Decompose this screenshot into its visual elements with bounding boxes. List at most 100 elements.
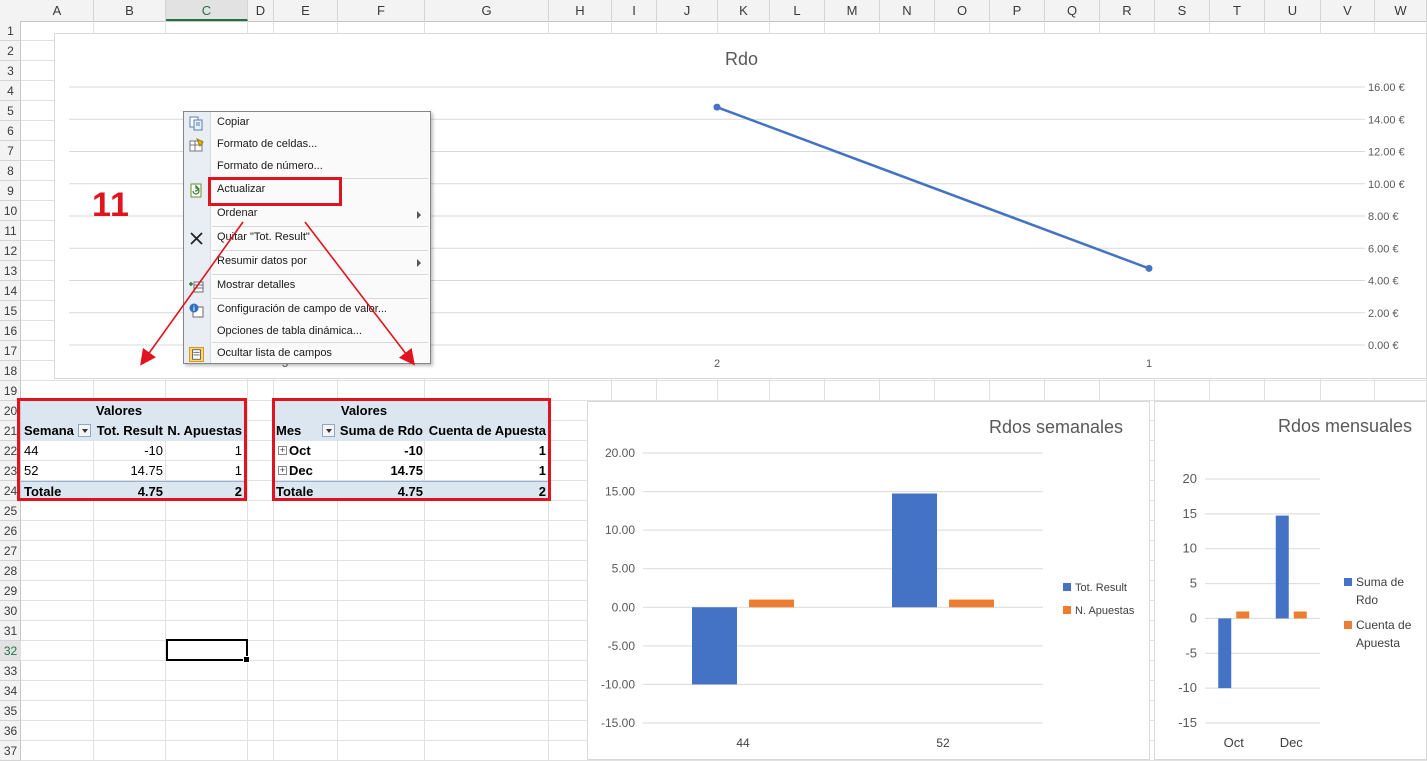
y-tick-label: 10.00 xyxy=(605,523,635,537)
field-list-icon xyxy=(189,347,204,362)
menu-item-formato-celdas[interactable]: Formato de celdas... xyxy=(184,135,430,156)
menu-label: Formato de celdas... xyxy=(217,138,318,150)
row-header[interactable]: 30 xyxy=(0,601,21,621)
row-header[interactable]: 4 xyxy=(0,81,21,101)
row-header[interactable]: 11 xyxy=(0,221,21,241)
column-header[interactable]: L xyxy=(770,0,825,21)
column-header[interactable]: G xyxy=(425,0,549,21)
row-header[interactable]: 29 xyxy=(0,581,21,601)
menu-item-mostrar-detalles[interactable]: Mostrar detalles xyxy=(184,276,430,297)
row-header[interactable]: 7 xyxy=(0,141,21,161)
menu-item-ordenar[interactable]: Ordenar xyxy=(184,204,430,225)
column-header[interactable]: M xyxy=(825,0,880,21)
column-header[interactable]: W xyxy=(1375,0,1427,21)
y-tick-label: 15 xyxy=(1183,506,1197,521)
row-header[interactable]: 3 xyxy=(0,61,21,81)
row-header[interactable]: 31 xyxy=(0,621,21,641)
menu-label: Formato de número... xyxy=(217,160,323,172)
column-header[interactable]: C xyxy=(166,0,248,21)
column-header[interactable]: I xyxy=(612,0,657,21)
row-header[interactable]: 36 xyxy=(0,721,21,741)
row-header[interactable]: 28 xyxy=(0,561,21,581)
legend-label-line: Suma de xyxy=(1356,575,1404,589)
menu-label: Copiar xyxy=(217,116,250,128)
row-header[interactable]: 9 xyxy=(0,181,21,201)
column-header[interactable]: T xyxy=(1210,0,1265,21)
row-header[interactable]: 5 xyxy=(0,101,21,121)
column-header[interactable]: J xyxy=(657,0,718,21)
row-header[interactable]: 25 xyxy=(0,501,21,521)
data-point xyxy=(713,103,721,111)
bar xyxy=(692,607,737,685)
row-header[interactable]: 27 xyxy=(0,541,21,561)
legend-label-line: Apuesta xyxy=(1356,636,1400,650)
row-header[interactable]: 13 xyxy=(0,261,21,281)
y-tick-label: 5 xyxy=(1190,576,1197,591)
menu-item-resumir[interactable]: Resumir datos por xyxy=(184,252,430,273)
show-details-icon xyxy=(189,281,204,293)
column-header[interactable]: B xyxy=(94,0,166,21)
row-header[interactable]: 12 xyxy=(0,241,21,261)
menu-item-configuracion-campo[interactable]: i Configuración de campo de valor... xyxy=(184,300,430,321)
submenu-arrow-icon xyxy=(417,211,421,219)
row-header[interactable]: 6 xyxy=(0,121,21,141)
menu-item-copiar[interactable]: Copiar xyxy=(184,113,430,134)
y-tick-label: 16.00 € xyxy=(1368,82,1405,94)
column-header[interactable]: S xyxy=(1155,0,1210,21)
bar xyxy=(892,493,937,608)
column-header[interactable]: V xyxy=(1321,0,1375,21)
column-header[interactable]: O xyxy=(935,0,990,21)
row-headers: 1 2 3 4 5 6 7 8 9 10 11 12 13 14 15 16 17 18 19 20 21 22 23 24 2… xyxy=(0,21,21,761)
row-header[interactable]: 10 xyxy=(0,201,21,221)
column-header[interactable]: E xyxy=(274,0,338,21)
chart-rdos-semanales[interactable]: Rdos semanales 20.00 15.00 10.00 5.00 0.00 -5… xyxy=(587,401,1150,760)
column-header[interactable]: F xyxy=(338,0,425,21)
active-cell-selection[interactable] xyxy=(166,639,250,663)
row-header[interactable]: 37 xyxy=(0,741,21,761)
legend-swatch xyxy=(1063,583,1071,591)
column-header[interactable]: K xyxy=(718,0,770,21)
menu-label: Opciones de tabla dinámica... xyxy=(217,325,362,337)
x-tick-label: 52 xyxy=(936,736,950,750)
row-header[interactable]: 34 xyxy=(0,681,21,701)
column-headers: ABCDEFGHIJKLMNOPQRSTUVW xyxy=(0,0,1427,22)
bar xyxy=(1275,515,1289,619)
row-header[interactable]: 33 xyxy=(0,661,21,681)
menu-item-opciones-tabla[interactable]: Opciones de tabla dinámica... xyxy=(184,322,430,343)
remove-x-icon xyxy=(190,232,203,245)
row-header[interactable]: 1 xyxy=(0,21,21,41)
y-tick-label: 15.00 xyxy=(605,485,635,499)
row-header[interactable]: 26 xyxy=(0,521,21,541)
column-header[interactable]: U xyxy=(1265,0,1321,21)
bar xyxy=(749,599,794,608)
row-header[interactable]: 15 xyxy=(0,301,21,321)
column-header[interactable]: Q xyxy=(1045,0,1100,21)
row-header[interactable]: 2 xyxy=(0,41,21,61)
column-header[interactable]: A xyxy=(21,0,94,21)
column-header[interactable]: N xyxy=(880,0,935,21)
menu-label: Mostrar detalles xyxy=(217,279,296,291)
bar xyxy=(949,599,994,608)
grid-hline xyxy=(21,380,1427,381)
column-header[interactable]: D xyxy=(248,0,274,21)
y-tick-label: -5 xyxy=(1185,645,1197,660)
menu-item-ocultar-lista[interactable]: Ocultar lista de campos xyxy=(184,344,430,365)
row-header[interactable]: 16 xyxy=(0,321,21,341)
menu-separator xyxy=(212,250,428,251)
row-header[interactable]: 8 xyxy=(0,161,21,181)
menu-item-formato-numero[interactable]: Formato de número... xyxy=(184,157,430,178)
row-header[interactable]: 35 xyxy=(0,701,21,721)
y-tick-label: 0.00 € xyxy=(1368,340,1399,352)
row-header[interactable]: 14 xyxy=(0,281,21,301)
column-header[interactable]: R xyxy=(1100,0,1155,21)
row-header[interactable]: 18 xyxy=(0,361,21,381)
column-header[interactable]: P xyxy=(990,0,1045,21)
row-header[interactable]: 32 xyxy=(0,641,21,661)
menu-item-quitar[interactable]: Quitar "Tot. Result" xyxy=(184,228,430,249)
row-header[interactable]: 17 xyxy=(0,341,21,361)
legend-label: N. Apuestas xyxy=(1075,605,1135,617)
legend-swatch xyxy=(1344,621,1352,629)
chart-rdos-mensuales[interactable]: Rdos mensuales 20 15 10 5 0 -5 -10 -15 Oct Dec Sum… xyxy=(1154,401,1427,760)
column-header[interactable]: H xyxy=(549,0,612,21)
bar xyxy=(1293,611,1307,619)
